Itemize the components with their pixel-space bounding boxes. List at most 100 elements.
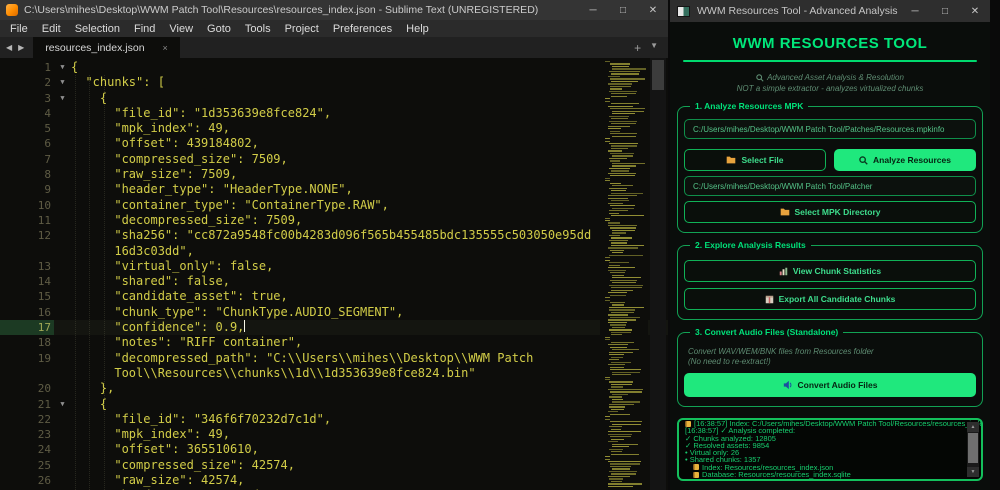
- minimap-line: [611, 287, 642, 288]
- minimap-line: [610, 63, 630, 64]
- minimap-line: [609, 449, 623, 450]
- code-line-18[interactable]: 18 "notes": "RIFF container",: [0, 335, 668, 350]
- log-scrollbar-thumb[interactable]: [968, 433, 978, 463]
- menu-file[interactable]: File: [3, 23, 35, 35]
- minimap-line: [605, 456, 610, 457]
- code-line-26[interactable]: 26 "raw_size": 42574,: [0, 473, 668, 488]
- export-candidate-chunks-button[interactable]: Export All Candidate Chunks: [684, 288, 976, 310]
- select-mpk-directory-button[interactable]: Select MPK Directory: [684, 201, 976, 223]
- code-line-15[interactable]: 15 "candidate_asset": true,: [0, 289, 668, 304]
- code-line-5[interactable]: 5 "mpk_index": 49,: [0, 121, 668, 136]
- select-file-button[interactable]: Select File: [684, 149, 826, 171]
- code-line-13[interactable]: 13 "virtual_only": false,: [0, 259, 668, 274]
- log-scrollbar[interactable]: ▲ ▼: [967, 422, 979, 477]
- code-line-11[interactable]: 11 "decompressed_size": 7509,: [0, 213, 668, 228]
- code-line-16[interactable]: 16 "chunk_type": "ChunkType.AUDIO_SEGMEN…: [0, 305, 668, 320]
- code-area[interactable]: 1▼{2▼ "chunks": [3▼ {4 "file_id": "1d353…: [0, 58, 668, 490]
- fold-arrow-icon[interactable]: ▼: [54, 397, 71, 412]
- code-line-19-wrap[interactable]: Tool\\Resources\\chunks\\1d\\1d353639e8f…: [0, 366, 668, 381]
- minimap-line: [605, 257, 610, 258]
- code-line-7[interactable]: 7 "compressed_size": 7509,: [0, 152, 668, 167]
- editor-area[interactable]: 1▼{2▼ "chunks": [3▼ {4 "file_id": "1d353…: [0, 58, 668, 490]
- menu-preferences[interactable]: Preferences: [326, 23, 399, 35]
- code-line-2[interactable]: 2▼ "chunks": [: [0, 75, 668, 90]
- minimap-line: [612, 424, 641, 425]
- tab-resources-index-json[interactable]: resources_index.json ×: [33, 37, 180, 58]
- menu-view[interactable]: View: [162, 23, 200, 35]
- line-number: 15: [0, 289, 54, 304]
- mpkinfo-path-input[interactable]: [684, 119, 976, 139]
- minimap-line: [612, 252, 623, 253]
- code-line-9[interactable]: 9 "header_type": "HeaderType.NONE",: [0, 182, 668, 197]
- maximize-button[interactable]: □: [608, 0, 638, 20]
- speaker-icon: [783, 380, 793, 390]
- code-line-24[interactable]: 24 "offset": 365510610,: [0, 442, 668, 457]
- gutter-spacer: [54, 412, 71, 427]
- minimap-line: [610, 272, 625, 273]
- close-button[interactable]: ✕: [960, 1, 990, 21]
- tab-close-icon[interactable]: ×: [163, 43, 168, 53]
- mpk-directory-input[interactable]: [684, 176, 976, 196]
- code-line-12-wrap[interactable]: 16d3c03dd",: [0, 244, 668, 259]
- scroll-up-icon[interactable]: ▲: [967, 422, 979, 432]
- menu-project[interactable]: Project: [278, 23, 326, 35]
- code-text: "decompressed_path": "C:\\Users\\mihes\\…: [71, 351, 533, 366]
- code-line-10[interactable]: 10 "container_type": "ContainerType.RAW"…: [0, 198, 668, 213]
- scroll-down-icon[interactable]: ▼: [967, 467, 979, 477]
- menu-selection[interactable]: Selection: [68, 23, 127, 35]
- code-line-4[interactable]: 4 "file_id": "1d353639e8fce824",: [0, 106, 668, 121]
- menu-find[interactable]: Find: [127, 23, 162, 35]
- analyze-resources-button[interactable]: Analyze Resources: [834, 149, 976, 171]
- code-line-1[interactable]: 1▼{: [0, 60, 668, 75]
- convert-desc-line2: (No need to re-extract!): [688, 357, 976, 367]
- code-line-8[interactable]: 8 "raw_size": 7509,: [0, 167, 668, 182]
- fold-arrow-icon[interactable]: ▼: [54, 91, 71, 106]
- wwm-titlebar[interactable]: WWM Resources Tool - Advanced Analysis ─…: [670, 0, 990, 22]
- tab-forward-icon[interactable]: ▶: [15, 43, 27, 52]
- maximize-button[interactable]: □: [930, 1, 960, 21]
- line-number: 25: [0, 458, 54, 473]
- code-line-6[interactable]: 6 "offset": 439184802,: [0, 136, 668, 151]
- minimap-line: [609, 307, 644, 308]
- minimize-button[interactable]: ─: [578, 0, 608, 20]
- minimap-line: [611, 454, 639, 455]
- sublime-titlebar[interactable]: C:\Users\mihes\Desktop\WWM Patch Tool\Re…: [0, 0, 668, 20]
- code-text: "compressed_size": 42574,: [71, 458, 295, 473]
- minimap-line: [611, 215, 644, 216]
- minimap-line: [610, 108, 645, 109]
- code-line-19[interactable]: 19 "decompressed_path": "C:\\Users\\mihe…: [0, 351, 668, 366]
- code-line-14[interactable]: 14 "shared": false,: [0, 274, 668, 289]
- minimap-line: [612, 374, 631, 375]
- code-text: "compressed_size": 7509,: [71, 152, 288, 167]
- code-line-25[interactable]: 25 "compressed_size": 42574,: [0, 458, 668, 473]
- minimize-button[interactable]: ─: [900, 1, 930, 21]
- minimap-line: [609, 396, 622, 397]
- code-line-12[interactable]: 12 "sha256": "cc872a9548fc00b4283d096f56…: [0, 228, 668, 243]
- code-line-17[interactable]: 17 "confidence": 0.9,: [0, 320, 668, 335]
- code-line-23[interactable]: 23 "mpk_index": 49,: [0, 427, 668, 442]
- minimap-line: [605, 220, 610, 221]
- minimap[interactable]: [600, 58, 648, 490]
- code-line-3[interactable]: 3▼ {: [0, 91, 668, 106]
- code-line-20[interactable]: 20 },: [0, 381, 668, 396]
- fold-arrow-icon[interactable]: ▼: [54, 60, 71, 75]
- code-line-21[interactable]: 21▼ {: [0, 397, 668, 412]
- view-chunk-statistics-button[interactable]: View Chunk Statistics: [684, 260, 976, 282]
- fold-arrow-icon[interactable]: ▼: [54, 75, 71, 90]
- code-line-22[interactable]: 22 "file_id": "346f6f70232d7c1d",: [0, 412, 668, 427]
- convert-audio-files-button[interactable]: Convert Audio Files: [684, 373, 976, 397]
- menu-help[interactable]: Help: [399, 23, 436, 35]
- minimap-line: [611, 170, 629, 171]
- menu-edit[interactable]: Edit: [35, 23, 68, 35]
- menu-goto[interactable]: Goto: [200, 23, 238, 35]
- tab-overflow-icon[interactable]: ▼: [650, 41, 658, 55]
- tab-back-icon[interactable]: ◀: [0, 43, 15, 52]
- editor-scrollbar[interactable]: [650, 58, 666, 490]
- minimap-line: [612, 111, 644, 112]
- close-button[interactable]: ✕: [638, 0, 668, 20]
- editor-scrollbar-thumb[interactable]: [652, 60, 664, 90]
- new-tab-icon[interactable]: +: [634, 41, 641, 55]
- subtitle-line1: Advanced Asset Analysis & Resolution: [767, 73, 904, 84]
- analyze-resources-label: Analyze Resources: [873, 155, 951, 165]
- menu-tools[interactable]: Tools: [238, 23, 278, 35]
